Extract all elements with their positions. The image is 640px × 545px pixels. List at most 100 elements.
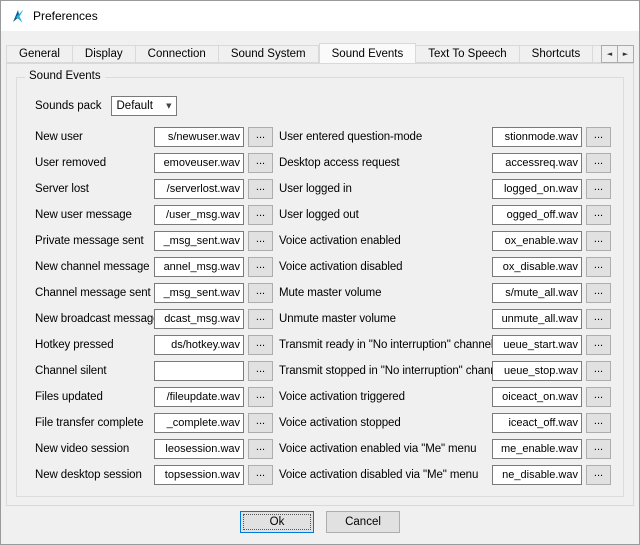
browse-button[interactable]: ... bbox=[586, 465, 611, 485]
sound-event-row: Mute master volume... bbox=[279, 280, 611, 306]
cancel-button[interactable]: Cancel bbox=[326, 511, 400, 533]
app-icon bbox=[10, 8, 26, 24]
browse-button[interactable]: ... bbox=[586, 413, 611, 433]
browse-button[interactable]: ... bbox=[248, 179, 273, 199]
browse-button[interactable]: ... bbox=[248, 205, 273, 225]
browse-button[interactable]: ... bbox=[586, 179, 611, 199]
sound-event-row: New user message... bbox=[35, 202, 273, 228]
sound-file-input[interactable] bbox=[492, 439, 582, 459]
sound-file-input[interactable] bbox=[154, 231, 244, 251]
title-bar: Preferences bbox=[1, 1, 639, 31]
tab-general[interactable]: General bbox=[6, 45, 73, 63]
sound-event-label: Voice activation triggered bbox=[279, 391, 492, 403]
sound-event-label: Voice activation disabled via "Me" menu bbox=[279, 469, 492, 481]
sound-file-input[interactable] bbox=[154, 153, 244, 173]
sounds-pack-label: Sounds pack bbox=[35, 100, 102, 112]
browse-button[interactable]: ... bbox=[248, 387, 273, 407]
sound-event-row: Desktop access request... bbox=[279, 150, 611, 176]
tab-display[interactable]: Display bbox=[73, 45, 136, 63]
preferences-window: Preferences GeneralDisplayConnectionSoun… bbox=[0, 0, 640, 545]
sound-file-input[interactable] bbox=[492, 387, 582, 407]
sound-event-label: New channel message bbox=[35, 261, 154, 273]
sound-file-input[interactable] bbox=[492, 127, 582, 147]
tab-connection[interactable]: Connection bbox=[136, 45, 219, 63]
tab-sound-events[interactable]: Sound Events bbox=[319, 43, 417, 64]
browse-button[interactable]: ... bbox=[586, 387, 611, 407]
sound-event-row: Server lost... bbox=[35, 176, 273, 202]
sound-file-input[interactable] bbox=[154, 465, 244, 485]
browse-button[interactable]: ... bbox=[248, 257, 273, 277]
sound-file-input[interactable] bbox=[154, 335, 244, 355]
browse-button[interactable]: ... bbox=[248, 127, 273, 147]
browse-button[interactable]: ... bbox=[586, 361, 611, 381]
browse-button[interactable]: ... bbox=[586, 127, 611, 147]
sound-file-input[interactable] bbox=[492, 153, 582, 173]
tab-scroll-left-button[interactable]: ◄ bbox=[601, 45, 618, 63]
browse-button[interactable]: ... bbox=[248, 335, 273, 355]
sound-file-input[interactable] bbox=[492, 179, 582, 199]
sound-file-input[interactable] bbox=[154, 179, 244, 199]
sound-file-input[interactable] bbox=[154, 387, 244, 407]
sound-file-input[interactable] bbox=[154, 205, 244, 225]
browse-button[interactable]: ... bbox=[586, 309, 611, 329]
sound-event-label: User removed bbox=[35, 157, 154, 169]
sound-file-input[interactable] bbox=[492, 361, 582, 381]
browse-button[interactable]: ... bbox=[248, 439, 273, 459]
browse-button[interactable]: ... bbox=[248, 153, 273, 173]
sound-event-label: User logged in bbox=[279, 183, 492, 195]
browse-button[interactable]: ... bbox=[586, 283, 611, 303]
sound-file-input[interactable] bbox=[154, 361, 244, 381]
sound-event-label: Mute master volume bbox=[279, 287, 492, 299]
sound-file-input[interactable] bbox=[154, 127, 244, 147]
tab-shortcuts[interactable]: Shortcuts bbox=[520, 45, 594, 63]
sound-file-input[interactable] bbox=[154, 309, 244, 329]
sound-event-label: Channel silent bbox=[35, 365, 154, 377]
sound-event-label: New user message bbox=[35, 209, 154, 221]
sound-file-input[interactable] bbox=[492, 231, 582, 251]
sound-event-label: Voice activation enabled bbox=[279, 235, 492, 247]
browse-button[interactable]: ... bbox=[586, 205, 611, 225]
tab-sound-system[interactable]: Sound System bbox=[219, 45, 319, 63]
browse-button[interactable]: ... bbox=[248, 465, 273, 485]
sound-file-input[interactable] bbox=[492, 413, 582, 433]
sound-file-input[interactable] bbox=[154, 283, 244, 303]
sound-event-label: Private message sent bbox=[35, 235, 154, 247]
browse-button[interactable]: ... bbox=[248, 309, 273, 329]
browse-button[interactable]: ... bbox=[248, 283, 273, 303]
sound-event-row: User logged in... bbox=[279, 176, 611, 202]
sound-file-input[interactable] bbox=[492, 283, 582, 303]
sound-file-input[interactable] bbox=[492, 205, 582, 225]
sound-event-row: User entered question-mode... bbox=[279, 124, 611, 150]
sound-file-input[interactable] bbox=[492, 309, 582, 329]
browse-button[interactable]: ... bbox=[248, 361, 273, 381]
sound-file-input[interactable] bbox=[154, 413, 244, 433]
sound-file-input[interactable] bbox=[492, 465, 582, 485]
sounds-pack-row: Sounds pack Default ▼ bbox=[35, 96, 177, 116]
browse-button[interactable]: ... bbox=[586, 335, 611, 355]
sound-event-row: Channel silent... bbox=[35, 358, 273, 384]
browse-button[interactable]: ... bbox=[586, 153, 611, 173]
sound-event-row: Voice activation disabled via "Me" menu.… bbox=[279, 462, 611, 488]
browse-button[interactable]: ... bbox=[586, 257, 611, 277]
sounds-pack-value: Default bbox=[117, 100, 153, 112]
sound-file-input[interactable] bbox=[492, 335, 582, 355]
sound-event-row: Voice activation enabled via "Me" menu..… bbox=[279, 436, 611, 462]
sound-file-input[interactable] bbox=[154, 257, 244, 277]
browse-button[interactable]: ... bbox=[586, 439, 611, 459]
group-title: Sound Events bbox=[25, 70, 105, 82]
sounds-pack-select[interactable]: Default ▼ bbox=[111, 96, 177, 116]
browse-button[interactable]: ... bbox=[586, 231, 611, 251]
tab-panel: Sound Events Sounds pack Default ▼ New u… bbox=[6, 64, 634, 506]
browse-button[interactable]: ... bbox=[248, 413, 273, 433]
sound-event-row: Unmute master volume... bbox=[279, 306, 611, 332]
sound-file-input[interactable] bbox=[154, 439, 244, 459]
sound-event-label: Channel message sent bbox=[35, 287, 154, 299]
browse-button[interactable]: ... bbox=[248, 231, 273, 251]
tab-scroll-right-button[interactable]: ► bbox=[617, 45, 634, 63]
footer: Ok Cancel bbox=[1, 511, 639, 533]
ok-button[interactable]: Ok bbox=[240, 511, 314, 533]
sound-event-row: User removed... bbox=[35, 150, 273, 176]
sound-file-input[interactable] bbox=[492, 257, 582, 277]
sound-event-label: New broadcast message bbox=[35, 313, 154, 325]
tab-text-to-speech[interactable]: Text To Speech bbox=[416, 45, 519, 63]
